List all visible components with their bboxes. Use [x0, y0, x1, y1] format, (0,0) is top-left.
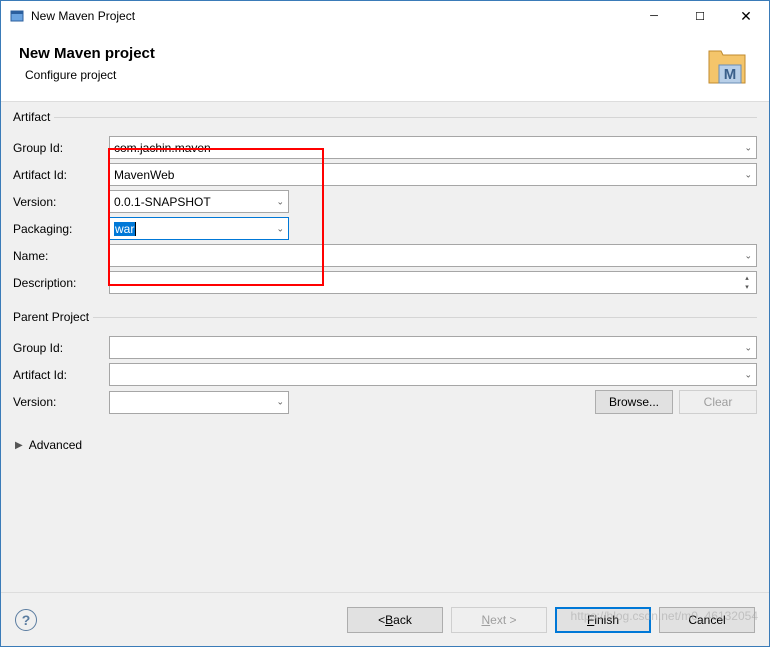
group-id-field[interactable]: com.jachin.maven ⌄ — [109, 136, 757, 159]
app-icon — [9, 8, 25, 24]
maximize-button[interactable]: ☐ — [677, 1, 723, 31]
chevron-down-icon: ⌄ — [744, 142, 752, 153]
help-icon[interactable]: ? — [15, 609, 37, 631]
wizard-footer: ? < Back Next > Finish Cancel — [1, 592, 769, 646]
spinner-icon: ▴▾ — [740, 273, 754, 292]
description-field[interactable]: ▴▾ — [109, 271, 757, 294]
triangle-right-icon: ▶ — [15, 440, 23, 451]
packaging-label: Packaging: — [13, 222, 109, 236]
advanced-label: Advanced — [29, 438, 82, 452]
clear-button[interactable]: Clear — [679, 390, 757, 414]
parent-group-id-field[interactable]: ⌄ — [109, 336, 757, 359]
next-button[interactable]: Next > — [451, 607, 547, 633]
back-button[interactable]: < Back — [347, 607, 443, 633]
titlebar: New Maven Project ─ ☐ ✕ — [1, 1, 769, 31]
artifact-legend: Artifact — [13, 110, 54, 124]
name-field[interactable]: ⌄ — [109, 244, 757, 267]
parent-legend: Parent Project — [13, 310, 93, 324]
close-button[interactable]: ✕ — [723, 1, 769, 31]
version-label: Version: — [13, 195, 109, 209]
wizard-header: New Maven project Configure project M — [1, 31, 769, 102]
chevron-down-icon: ⌄ — [744, 369, 752, 380]
parent-artifact-id-label: Artifact Id: — [13, 368, 109, 382]
wizard-content: Artifact Group Id: com.jachin.maven ⌄ Ar… — [1, 102, 769, 592]
window-title: New Maven Project — [31, 9, 135, 23]
chevron-down-icon: ⌄ — [744, 250, 752, 261]
parent-project-group: Parent Project Group Id: ⌄ Artifact Id: … — [13, 310, 757, 424]
version-field[interactable]: 0.0.1-SNAPSHOT ⌄ — [109, 190, 289, 213]
finish-button[interactable]: Finish — [555, 607, 651, 633]
name-label: Name: — [13, 249, 109, 263]
parent-artifact-id-field[interactable]: ⌄ — [109, 363, 757, 386]
chevron-down-icon: ⌄ — [276, 223, 284, 234]
artifact-group: Artifact Group Id: com.jachin.maven ⌄ Ar… — [13, 110, 757, 304]
minimize-button[interactable]: ─ — [631, 1, 677, 31]
page-subtitle: Configure project — [19, 68, 703, 82]
chevron-down-icon: ⌄ — [276, 196, 284, 207]
cancel-button[interactable]: Cancel — [659, 607, 755, 633]
artifact-id-field[interactable]: MavenWeb ⌄ — [109, 163, 757, 186]
parent-version-field[interactable]: ⌄ — [109, 391, 289, 414]
chevron-down-icon: ⌄ — [744, 342, 752, 353]
artifact-id-value: MavenWeb — [114, 168, 174, 182]
description-label: Description: — [13, 276, 109, 290]
parent-version-label: Version: — [13, 395, 109, 409]
chevron-down-icon: ⌄ — [744, 169, 752, 180]
svg-text:M: M — [724, 66, 737, 83]
group-id-value: com.jachin.maven — [114, 141, 211, 155]
advanced-toggle[interactable]: ▶ Advanced — [13, 430, 757, 460]
artifact-id-label: Artifact Id: — [13, 168, 109, 182]
packaging-field[interactable]: war ⌄ — [109, 217, 289, 240]
wizard-window: New Maven Project ─ ☐ ✕ New Maven projec… — [0, 0, 770, 647]
group-id-label: Group Id: — [13, 141, 109, 155]
maven-logo-icon: M — [703, 45, 751, 89]
browse-button[interactable]: Browse... — [595, 390, 673, 414]
chevron-down-icon: ⌄ — [276, 397, 284, 408]
version-value: 0.0.1-SNAPSHOT — [114, 195, 211, 209]
parent-group-id-label: Group Id: — [13, 341, 109, 355]
packaging-value: war — [114, 222, 135, 236]
page-title: New Maven project — [19, 45, 703, 62]
